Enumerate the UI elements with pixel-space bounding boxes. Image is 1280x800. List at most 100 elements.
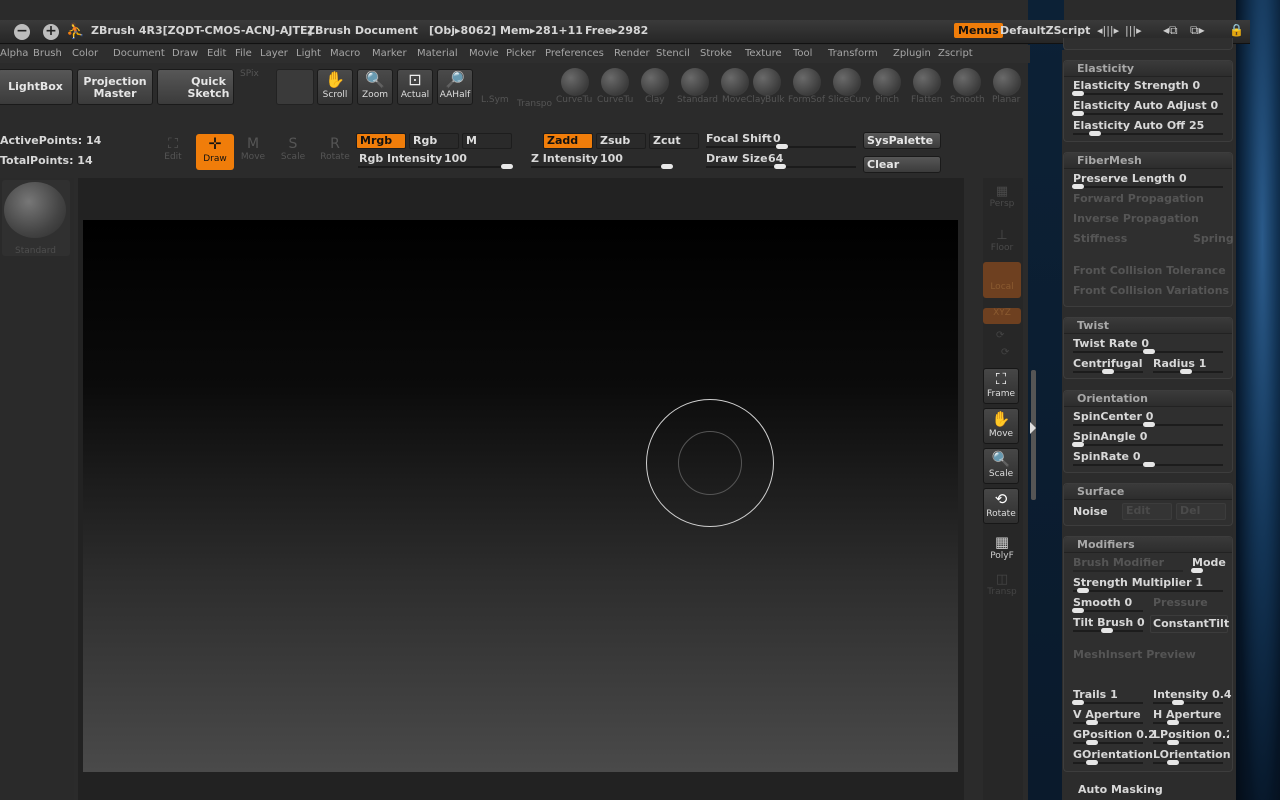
spix-label[interactable]: SPix (240, 69, 259, 79)
twist-rate[interactable]: Twist Rate 0 (1073, 337, 1149, 350)
brush-slicecurve[interactable] (833, 68, 861, 96)
rotate-mode-button[interactable]: R Rotate (320, 136, 350, 162)
scale-mode-button[interactable]: S Scale (280, 136, 306, 162)
brush-clay[interactable] (641, 68, 669, 96)
rotate-axis-icon[interactable]: ⟳ (996, 330, 1004, 341)
brush-curvetube-2[interactable] (601, 68, 629, 96)
trails-knob[interactable] (1072, 700, 1084, 705)
menu-stencil[interactable]: Stencil (656, 48, 690, 59)
lorientation-knob[interactable] (1167, 760, 1179, 765)
default-zscript[interactable]: DefaultZScript (1000, 24, 1090, 37)
lposition[interactable]: LPosition 0.2 (1153, 728, 1229, 741)
twist-radius[interactable]: Radius 1 (1153, 357, 1206, 370)
menu-stroke[interactable]: Stroke (700, 48, 732, 59)
menu-document[interactable]: Document (113, 48, 165, 59)
lorientation-slider[interactable] (1153, 762, 1223, 764)
menu-picker[interactable]: Picker (506, 48, 536, 59)
layout2-icon[interactable]: ⧉▸ (1190, 23, 1205, 38)
centrifugal-knob[interactable] (1102, 369, 1114, 374)
brush-thumbnail[interactable]: Standard (2, 180, 70, 256)
persp-button[interactable]: ▦ Persp (986, 184, 1018, 209)
transpose-label[interactable]: Transpo (517, 99, 552, 109)
intensity-slider[interactable] (1153, 702, 1223, 704)
lorientation[interactable]: LOrientation (1153, 748, 1231, 761)
menu-movie[interactable]: Movie (469, 48, 499, 59)
strength-multiplier[interactable]: Strength Multiplier 1 (1073, 576, 1203, 589)
scroll-button[interactable]: ✋ Scroll (317, 69, 353, 105)
elasticity-auto-adjust[interactable]: Elasticity Auto Adjust 0 (1073, 99, 1218, 112)
local-button[interactable]: Local (983, 262, 1021, 298)
spin-angle-knob[interactable] (1072, 442, 1084, 447)
z-intensity-knob[interactable] (661, 164, 673, 169)
lposition-slider[interactable] (1153, 742, 1223, 744)
draw-mode-button[interactable]: ✛ Draw (196, 134, 234, 170)
menu-macro[interactable]: Macro (330, 48, 360, 59)
zbrush-figure-icon[interactable]: ⛹ (66, 22, 85, 40)
syspalette-button[interactable]: SysPalette (863, 132, 941, 149)
gposition-slider[interactable] (1073, 742, 1143, 744)
tray-collapse-arrow-icon[interactable] (1030, 422, 1036, 434)
clear-button[interactable]: Clear (863, 156, 941, 173)
brush-planar[interactable] (993, 68, 1021, 96)
zcut-button[interactable]: Zcut (649, 133, 699, 149)
brush-curvetube-1[interactable] (561, 68, 589, 96)
zoom-button[interactable]: 🔍 Zoom (357, 69, 393, 105)
intensity[interactable]: Intensity 0.4 (1153, 688, 1232, 701)
spin-center[interactable]: SpinCenter 0 (1073, 410, 1153, 423)
twist-rate-knob[interactable] (1143, 349, 1155, 354)
menu-preferences[interactable]: Preferences (545, 48, 604, 59)
elasticity-strength[interactable]: Elasticity Strength 0 (1073, 79, 1200, 92)
menu-color[interactable]: Color (72, 48, 98, 59)
spin-angle[interactable]: SpinAngle 0 (1073, 430, 1147, 443)
brush-flatten[interactable] (913, 68, 941, 96)
preserve-length[interactable]: Preserve Length 0 (1073, 172, 1187, 185)
spin-angle-slider[interactable] (1073, 444, 1223, 446)
menu-alpha[interactable]: Alpha (0, 48, 28, 59)
brush-bulk[interactable] (753, 68, 781, 96)
lock-icon[interactable]: 🔒 (1229, 23, 1244, 37)
transp-button[interactable]: ◫ Transp (986, 572, 1018, 597)
brush-moveclay[interactable] (721, 68, 749, 96)
projection-master-button[interactable]: Projection Master (77, 69, 153, 105)
gorientation[interactable]: GOrientation (1073, 748, 1153, 761)
menu-brush[interactable]: Brush (33, 48, 62, 59)
h-aperture[interactable]: H Aperture (1153, 708, 1221, 721)
smooth-knob[interactable] (1072, 608, 1084, 613)
tilt-brush-knob[interactable] (1101, 628, 1113, 633)
constant-tilt-button[interactable]: ConstantTilt (1150, 615, 1229, 633)
menu-tool[interactable]: Tool (793, 48, 812, 59)
v-aperture-knob[interactable] (1086, 720, 1098, 725)
gorientation-knob[interactable] (1086, 760, 1098, 765)
noise-button[interactable]: Noise (1073, 505, 1108, 518)
rotate-axis2-icon[interactable]: ⟳ (1001, 347, 1009, 358)
menu-layer[interactable]: Layer (260, 48, 288, 59)
zsub-button[interactable]: Zsub (596, 133, 646, 149)
move-view-button[interactable]: ✋ Move (983, 408, 1019, 444)
menu-light[interactable]: Light (296, 48, 321, 59)
rewind-icon[interactable]: ◂|||▸ (1097, 24, 1119, 37)
menus-toggle[interactable]: Menus (954, 23, 1003, 38)
spin-rate[interactable]: SpinRate 0 (1073, 450, 1141, 463)
minimize-icon[interactable]: − (14, 24, 30, 40)
spin-center-knob[interactable] (1143, 422, 1155, 427)
m-button[interactable]: M (462, 133, 512, 149)
menu-marker[interactable]: Marker (372, 48, 407, 59)
preserve-length-knob[interactable] (1072, 184, 1084, 189)
menu-edit[interactable]: Edit (207, 48, 226, 59)
z-intensity-slider[interactable] (531, 166, 673, 168)
aahalf-button[interactable]: 🔎 AAHalf (437, 69, 473, 105)
menu-texture[interactable]: Texture (745, 48, 782, 59)
brush-smooth[interactable] (953, 68, 981, 96)
menu-render[interactable]: Render (614, 48, 650, 59)
h-aperture-knob[interactable] (1167, 720, 1179, 725)
menu-zscript[interactable]: Zscript (938, 48, 973, 59)
lightbox-button[interactable]: LightBox (0, 69, 73, 105)
gorientation-slider[interactable] (1073, 762, 1143, 764)
surface-title[interactable]: Surface (1064, 484, 1232, 500)
strength-multiplier-slider[interactable] (1073, 590, 1223, 592)
move-mode-button[interactable]: M Move (240, 136, 266, 162)
draw-size-knob[interactable] (774, 164, 786, 169)
elasticity-auto-adjust-slider[interactable] (1073, 113, 1223, 115)
canvas-viewport[interactable] (83, 220, 958, 772)
color-swatch[interactable] (276, 69, 314, 105)
